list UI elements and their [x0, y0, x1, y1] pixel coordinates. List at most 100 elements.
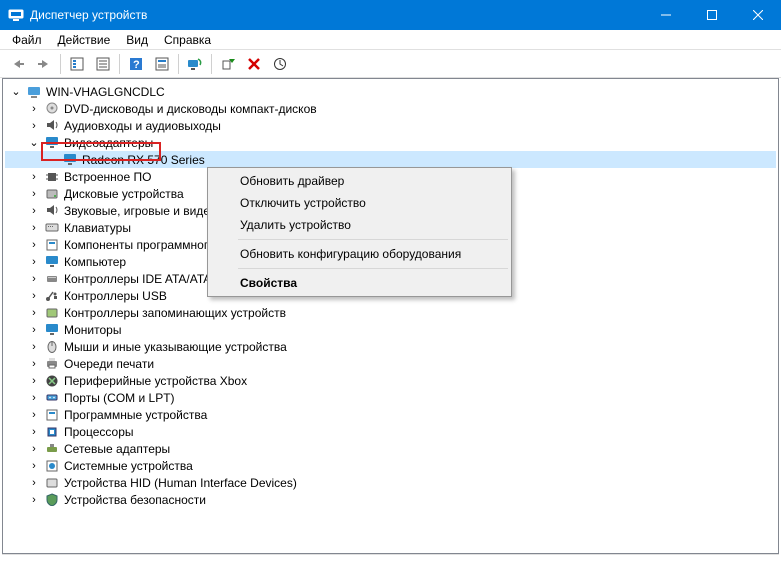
ctx-uninstall-device[interactable]: Удалить устройство	[210, 214, 509, 236]
tree-category[interactable]: ›Аудиовходы и аудиовыходы	[5, 117, 776, 134]
expand-icon[interactable]: ›	[27, 426, 41, 438]
display-icon	[62, 153, 78, 167]
tree-category[interactable]: ⌄Видеоадаптеры	[5, 134, 776, 151]
tree-category[interactable]: › Очереди печати	[5, 355, 776, 372]
tree-category[interactable]: › Устройства безопасности	[5, 491, 776, 508]
expand-icon[interactable]: ›	[27, 443, 41, 455]
tree-device[interactable]: Radeon RX 570 Series	[5, 151, 776, 168]
tree-category[interactable]: ›Мониторы	[5, 321, 776, 338]
ctx-properties[interactable]: Свойства	[210, 272, 509, 294]
update-driver-button[interactable]	[268, 53, 292, 75]
uninstall-button[interactable]	[242, 53, 266, 75]
expand-icon[interactable]: ›	[27, 375, 41, 387]
category-label: Контроллеры USB	[63, 289, 168, 303]
ctx-update-driver[interactable]: Обновить драйвер	[210, 170, 509, 192]
show-tree-button[interactable]	[65, 53, 89, 75]
help-button[interactable]: ?	[124, 53, 148, 75]
port-icon	[44, 391, 60, 405]
storage-icon	[44, 306, 60, 320]
expand-icon[interactable]: ›	[27, 409, 41, 421]
expand-icon[interactable]: ›	[27, 188, 41, 200]
expand-icon[interactable]: ›	[27, 103, 41, 115]
expand-icon[interactable]: ›	[27, 120, 41, 132]
minimize-button[interactable]	[643, 0, 689, 30]
collapse-icon[interactable]: ⌄	[9, 85, 23, 98]
computer-icon	[26, 85, 42, 99]
category-label: Дисковые устройства	[63, 187, 185, 201]
category-label: Порты (COM и LPT)	[63, 391, 176, 405]
tree-category[interactable]: › Программные устройства	[5, 406, 776, 423]
tree-root-node[interactable]: ⌄ WIN-VHAGLGNCDLC	[5, 83, 776, 100]
expand-icon[interactable]: ›	[27, 392, 41, 404]
expand-icon[interactable]: ›	[27, 358, 41, 370]
root-label: WIN-VHAGLGNCDLC	[45, 85, 166, 99]
menu-file[interactable]: Файл	[4, 31, 50, 49]
close-button[interactable]	[735, 0, 781, 30]
category-label: Системные устройства	[63, 459, 194, 473]
properties-button[interactable]	[91, 53, 115, 75]
details-button[interactable]	[150, 53, 174, 75]
separator	[178, 54, 179, 74]
expand-icon[interactable]: ›	[27, 307, 41, 319]
expand-icon[interactable]: ›	[27, 256, 41, 268]
category-label: DVD-дисководы и дисководы компакт-дисков	[63, 102, 318, 116]
expand-icon[interactable]: ›	[27, 324, 41, 336]
toolbar: ?	[0, 50, 781, 78]
tree-category[interactable]: › Системные устройства	[5, 457, 776, 474]
enable-button[interactable]	[216, 53, 240, 75]
tree-category[interactable]: › Процессоры	[5, 423, 776, 440]
expand-icon[interactable]: ›	[27, 205, 41, 217]
separator	[60, 54, 61, 74]
expand-icon[interactable]: ›	[27, 273, 41, 285]
expand-icon[interactable]: ›	[27, 477, 41, 489]
category-label: Устройства безопасности	[63, 493, 207, 507]
disk-icon	[44, 187, 60, 201]
printer-icon	[44, 357, 60, 371]
window-title: Диспетчер устройств	[30, 8, 643, 22]
app-icon	[8, 7, 24, 23]
category-label: Сетевые адаптеры	[63, 442, 171, 456]
expand-icon[interactable]: ›	[27, 494, 41, 506]
ctx-scan-hardware[interactable]: Обновить конфигурацию оборудования	[210, 243, 509, 265]
device-label: Radeon RX 570 Series	[81, 153, 206, 167]
menu-help[interactable]: Справка	[156, 31, 219, 49]
menubar: Файл Действие Вид Справка	[0, 30, 781, 50]
tree-category[interactable]: ›Контроллеры запоминающих устройств	[5, 304, 776, 321]
tree-category[interactable]: ›Мыши и иные указывающие устройства	[5, 338, 776, 355]
menu-action[interactable]: Действие	[50, 31, 119, 49]
back-button[interactable]	[6, 53, 30, 75]
separator	[238, 268, 508, 269]
category-label: Программные устройства	[63, 408, 208, 422]
expand-icon[interactable]: ›	[27, 171, 41, 183]
category-label: Процессоры	[63, 425, 135, 439]
scan-hardware-button[interactable]	[183, 53, 207, 75]
expand-icon[interactable]: ›	[27, 239, 41, 251]
expand-icon[interactable]: ›	[27, 341, 41, 353]
system-icon	[44, 459, 60, 473]
cpu-icon	[44, 425, 60, 439]
audio-icon	[44, 119, 60, 133]
device-tree: ⌄ WIN-VHAGLGNCDLC › DVD-дисководы и диско…	[2, 78, 779, 554]
tree-category[interactable]: › Порты (COM и LPT)	[5, 389, 776, 406]
menu-view[interactable]: Вид	[118, 31, 156, 49]
mouse-icon	[44, 340, 60, 354]
display-icon	[44, 136, 60, 150]
expand-icon[interactable]: ›	[27, 460, 41, 472]
chip-icon	[44, 170, 60, 184]
tree-category[interactable]: ›Периферийные устройства Xbox	[5, 372, 776, 389]
tree-category[interactable]: › Сетевые адаптеры	[5, 440, 776, 457]
security-icon	[44, 493, 60, 507]
expand-icon[interactable]: ›	[27, 222, 41, 234]
forward-button[interactable]	[32, 53, 56, 75]
audio-icon	[44, 204, 60, 218]
ctx-disable-device[interactable]: Отключить устройство	[210, 192, 509, 214]
tree-category[interactable]: ›Устройства HID (Human Interface Devices…	[5, 474, 776, 491]
expand-icon[interactable]: ›	[27, 290, 41, 302]
category-label: Встроенное ПО	[63, 170, 152, 184]
category-label: Клавиатуры	[63, 221, 132, 235]
tree-category[interactable]: › DVD-дисководы и дисководы компакт-диско…	[5, 100, 776, 117]
collapse-icon[interactable]: ⌄	[27, 136, 41, 149]
usb-icon	[44, 289, 60, 303]
maximize-button[interactable]	[689, 0, 735, 30]
category-label: Очереди печати	[63, 357, 155, 371]
